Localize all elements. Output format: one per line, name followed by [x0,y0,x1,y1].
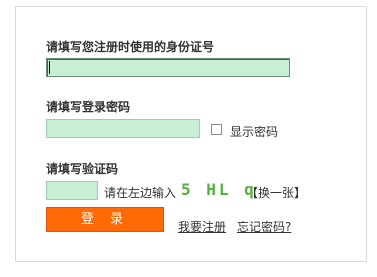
password-input[interactable] [46,119,200,138]
captcha-input[interactable] [46,181,98,200]
register-link[interactable]: 我要注册 [178,218,226,235]
password-label: 请填写登录密码 [46,100,131,114]
text-cursor [49,61,50,74]
refresh-captcha-link[interactable]: 【换一张】 [246,184,306,201]
captcha-hint: 请在左边输入 [104,186,177,200]
captcha-label: 请填写验证码 [46,162,119,176]
show-password-checkbox[interactable] [211,124,222,135]
id-number-input[interactable] [46,58,290,77]
login-button[interactable]: 登 录 [46,207,164,232]
id-number-label: 请填写您注册时使用的身份证号 [46,40,215,54]
forgot-password-link[interactable]: 忘记密码? [237,218,291,235]
show-password-label: 显示密码 [230,125,279,139]
